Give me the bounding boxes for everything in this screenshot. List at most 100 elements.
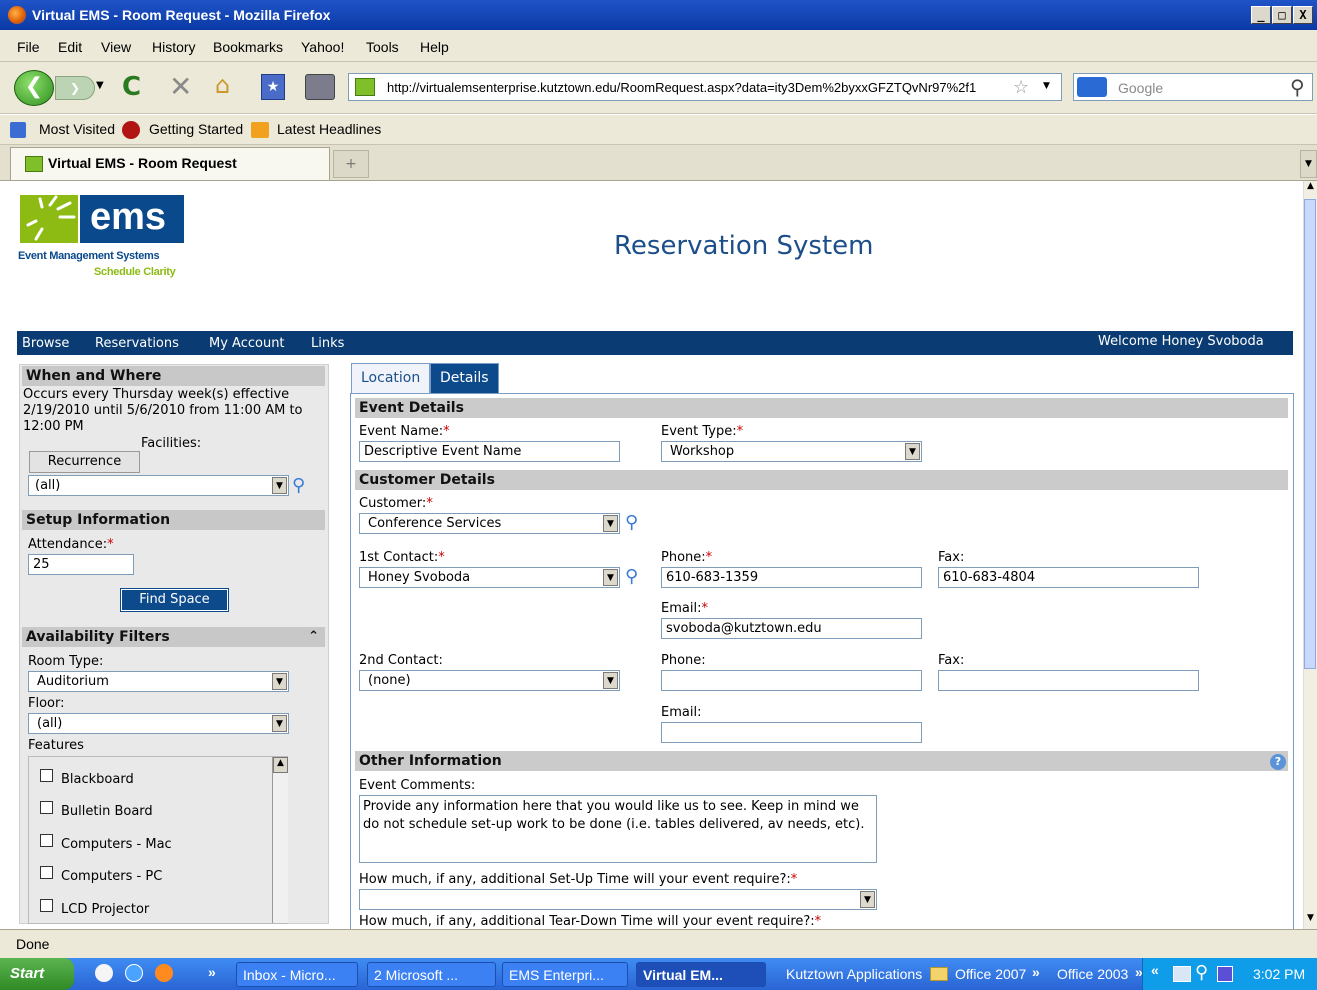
event-comments-textarea[interactable]: Provide any information here that you wo… <box>359 795 877 863</box>
tab-favicon-icon <box>25 156 43 172</box>
customer-details-header: Customer Details <box>355 470 1288 490</box>
url-bar[interactable]: http://virtualemsenterprise.kutztown.edu… <box>348 73 1062 101</box>
fax2-input[interactable] <box>938 670 1199 691</box>
close-button[interactable]: X <box>1293 6 1313 24</box>
checkbox[interactable] <box>40 899 53 912</box>
menu-yahoo[interactable]: Yahoo! <box>301 39 344 55</box>
scroll-down-icon[interactable]: ▼ <box>1304 913 1317 929</box>
menu-file[interactable]: File <box>17 39 40 55</box>
forward-button[interactable]: ❯ <box>55 76 95 100</box>
print-icon[interactable] <box>305 74 335 100</box>
back-arrow-icon: ❮ <box>24 74 44 99</box>
scroll-up-icon[interactable]: ▲ <box>273 757 288 773</box>
new-tab-button[interactable]: + <box>333 150 369 178</box>
features-scrollbar[interactable]: ▲ <box>272 757 288 923</box>
quicklaunch-outlook-icon[interactable] <box>95 964 113 982</box>
attendance-input[interactable]: 25 <box>28 554 134 575</box>
network-icon[interactable] <box>1173 966 1191 982</box>
url-dropdown-icon[interactable]: ▼ <box>1043 81 1050 91</box>
taskbar-item-ems[interactable]: EMS Enterpri... <box>502 962 628 987</box>
bookmark-most-visited[interactable]: Most Visited <box>39 121 115 137</box>
facility-search-icon[interactable]: ⚲ <box>292 475 305 496</box>
tab-virtual-ems[interactable]: Virtual EMS - Room Request <box>10 147 330 180</box>
start-button[interactable]: Start <box>0 958 74 990</box>
tray-expand-icon[interactable]: « <box>1151 962 1159 978</box>
scroll-up-icon[interactable]: ▲ <box>1304 181 1317 197</box>
recurrence-button[interactable]: Recurrence <box>29 451 140 473</box>
checkbox[interactable] <box>40 834 53 847</box>
page-scroll-thumb[interactable] <box>1304 199 1316 669</box>
reload-icon[interactable]: C <box>122 72 141 102</box>
email1-input[interactable]: svoboda@kutztown.edu <box>661 618 922 639</box>
checkbox[interactable] <box>40 769 53 782</box>
nav-reservations[interactable]: Reservations <box>95 336 179 351</box>
home-icon[interactable]: ⌂ <box>215 71 230 99</box>
toolbar-kutztown[interactable]: Kutztown Applications <box>786 966 922 982</box>
clock[interactable]: 3:02 PM <box>1253 966 1305 982</box>
back-button[interactable]: ❮ <box>14 70 54 106</box>
floor-select[interactable]: (all) ▼ <box>28 713 289 734</box>
nav-my-account[interactable]: My Account <box>209 336 285 351</box>
quicklaunch-ie-icon[interactable] <box>125 964 143 982</box>
event-name-input[interactable]: Descriptive Event Name <box>359 441 620 462</box>
event-type-select[interactable]: Workshop ▼ <box>661 441 922 462</box>
tab-details[interactable]: Details <box>430 363 499 393</box>
toolbar-office-2003[interactable]: Office 2003 <box>1057 966 1128 982</box>
help-icon[interactable]: ? <box>1270 754 1286 770</box>
find-space-button[interactable]: Find Space <box>120 588 229 612</box>
menu-history[interactable]: History <box>152 39 196 55</box>
bookmark-getting-started[interactable]: Getting Started <box>149 121 243 137</box>
features-label: Features <box>28 738 84 753</box>
menu-view[interactable]: View <box>101 39 131 55</box>
phone2-input[interactable] <box>661 670 922 691</box>
system-tray: « ⚲ 3:02 PM <box>1142 958 1317 990</box>
menu-bookmarks[interactable]: Bookmarks <box>213 39 283 55</box>
checkbox[interactable] <box>40 801 53 814</box>
search-bar[interactable]: Google ⚲ <box>1073 73 1313 101</box>
search-icon[interactable]: ⚲ <box>1195 962 1208 983</box>
status-bar: Done <box>0 929 1317 958</box>
email2-input[interactable] <box>661 722 922 743</box>
second-contact-select[interactable]: (none) ▼ <box>359 670 620 691</box>
customer-search-icon[interactable]: ⚲ <box>625 512 638 533</box>
stop-icon[interactable]: ✕ <box>169 70 192 103</box>
menu-help[interactable]: Help <box>420 39 449 55</box>
tab-list-button[interactable]: ▼ <box>1300 150 1317 178</box>
menu-tools[interactable]: Tools <box>366 39 399 55</box>
google-engine-icon[interactable] <box>1077 77 1107 97</box>
taskbar-item-microsoft[interactable]: 2 Microsoft ... <box>367 962 496 987</box>
logo-burst-icon <box>20 195 78 243</box>
history-dropdown-icon[interactable]: ▼ <box>96 80 104 91</box>
recurrence-description: Occurs every Thursday week(s) effective … <box>23 387 303 434</box>
first-contact-select[interactable]: Honey Svoboda ▼ <box>359 567 620 588</box>
setup-time-select[interactable]: ▼ <box>359 889 877 910</box>
chevron-down-icon: ▼ <box>603 569 618 586</box>
window-titlebar[interactable]: Virtual EMS - Room Request - Mozilla Fir… <box>0 0 1317 30</box>
toolbar-office-2007[interactable]: Office 2007 <box>955 966 1026 982</box>
star-icon[interactable]: ☆ <box>1013 77 1029 98</box>
bookmark-latest-headlines[interactable]: Latest Headlines <box>277 121 381 137</box>
taskbar-item-inbox[interactable]: Inbox - Micro... <box>236 962 358 987</box>
fax1-input[interactable]: 610-683-4804 <box>938 567 1199 588</box>
contact-search-icon[interactable]: ⚲ <box>625 566 638 587</box>
tab-location[interactable]: Location <box>351 363 431 393</box>
nav-browse[interactable]: Browse <box>22 336 69 351</box>
quicklaunch-more[interactable]: » <box>208 964 216 980</box>
toolbar-more[interactable]: » <box>1032 964 1040 980</box>
checkbox[interactable] <box>40 866 53 879</box>
search-icon[interactable]: ⚲ <box>1290 75 1305 99</box>
facilities-select[interactable]: (all) ▼ <box>28 475 289 496</box>
minimize-button[interactable]: _ <box>1251 6 1271 24</box>
app-tray-icon[interactable] <box>1217 966 1233 982</box>
phone1-input[interactable]: 610-683-1359 <box>661 567 922 588</box>
taskbar-item-virtual-ems[interactable]: Virtual EM... <box>636 962 766 987</box>
maximize-button[interactable]: □ <box>1272 6 1292 24</box>
menu-edit[interactable]: Edit <box>58 39 82 55</box>
bookmark-star-icon[interactable]: ★ <box>261 74 285 100</box>
nav-links[interactable]: Links <box>311 336 344 351</box>
room-type-select[interactable]: Auditorium ▼ <box>28 671 289 692</box>
collapse-icon[interactable]: ⌃ <box>308 629 319 644</box>
quicklaunch-firefox-icon[interactable] <box>155 964 173 982</box>
customer-select[interactable]: Conference Services ▼ <box>359 513 620 534</box>
page-title: Reservation System <box>614 231 874 261</box>
